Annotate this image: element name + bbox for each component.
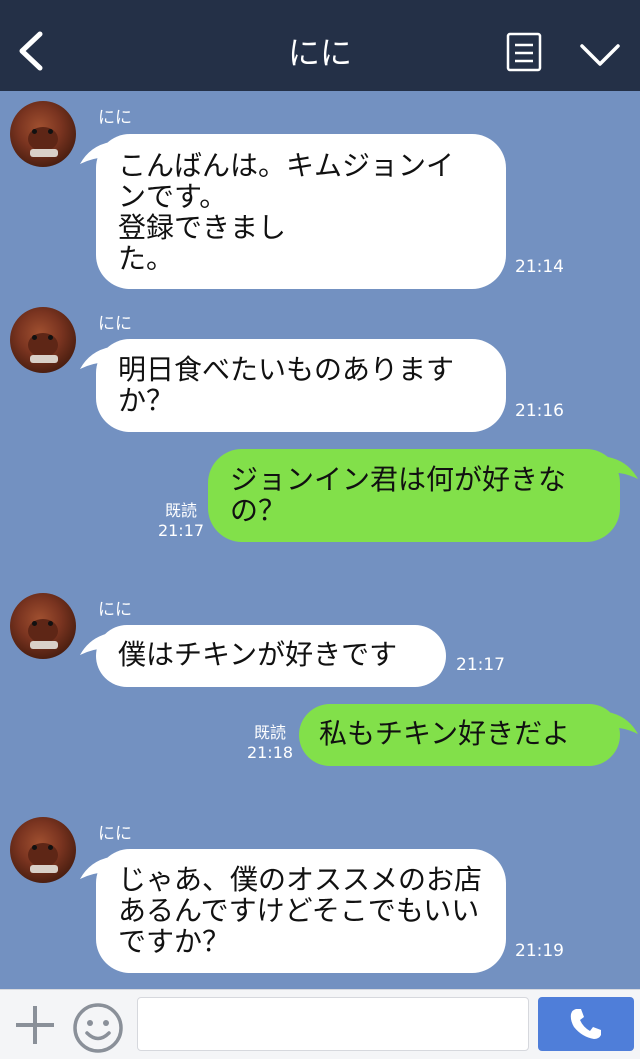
avatar[interactable] <box>10 101 76 167</box>
read-label: 既読 <box>164 501 197 520</box>
message-text: ジョンイン君は何が好きなの？ <box>230 463 567 527</box>
input-bar <box>0 989 640 1059</box>
message-time: 21:16 <box>515 401 564 421</box>
notes-icon[interactable] <box>506 32 542 72</box>
message-bubble[interactable]: ジョンイン君は何が好きなの？ <box>208 449 638 542</box>
message-text: 僕はチキンが好きです <box>118 638 398 671</box>
message-input[interactable] <box>137 997 529 1051</box>
message-line: 登録できまし <box>118 211 287 244</box>
plus-icon[interactable] <box>14 1004 56 1046</box>
message-time: 21:17 <box>157 521 205 540</box>
message-bubble[interactable]: 私もチキン好きだよ <box>299 704 638 766</box>
sender-name: にに <box>98 824 132 844</box>
read-label: 既読 <box>253 723 286 742</box>
call-button[interactable] <box>538 997 634 1051</box>
message-time: 21:18 <box>246 743 294 762</box>
message-time: 21:19 <box>515 941 564 961</box>
avatar[interactable] <box>10 817 76 883</box>
sender-name: にに <box>98 600 132 620</box>
avatar[interactable] <box>10 593 76 659</box>
avatar[interactable] <box>10 307 76 373</box>
read-receipt: 既読 21:18 <box>244 723 296 763</box>
sender-name: にに <box>98 314 132 334</box>
message-line: た。 <box>118 242 175 275</box>
message-text: 明日食べたいものありますか？ <box>118 353 455 417</box>
message-bubble[interactable]: 明日食べたいものありますか？ <box>80 339 506 432</box>
message-bubble[interactable]: 僕はチキンが好きです <box>80 625 446 687</box>
phone-icon <box>570 1009 601 1039</box>
chat-title: にに <box>287 34 352 72</box>
message-bubble[interactable]: こんばんは。キムジョンイ ンです。 登録できまし た。 <box>80 134 506 289</box>
smiley-icon[interactable] <box>72 1002 124 1054</box>
sender-name: にに <box>98 108 132 128</box>
message-text: 私もチキン好きだよ <box>319 717 571 750</box>
message-line: ンです。 <box>118 180 228 213</box>
message-time: 21:17 <box>456 655 505 675</box>
chat-area[interactable]: にに こんばんは。キムジョンイ ンです。 登録できまし た。 21:14 にに … <box>0 91 640 989</box>
message-bubble[interactable]: じゃあ、僕のオススメのお店あるんですけどそこでもいいですか？ <box>80 849 506 973</box>
message-time: 21:14 <box>515 257 564 277</box>
read-receipt: 既読 21:17 <box>155 501 207 541</box>
chevron-down-icon[interactable] <box>578 40 622 70</box>
chat-header: にに <box>0 0 640 91</box>
message-line: こんばんは。キムジョンイ <box>118 149 455 182</box>
message-text: じゃあ、僕のオススメのお店あるんですけどそこでもいいですか？ <box>118 863 483 958</box>
